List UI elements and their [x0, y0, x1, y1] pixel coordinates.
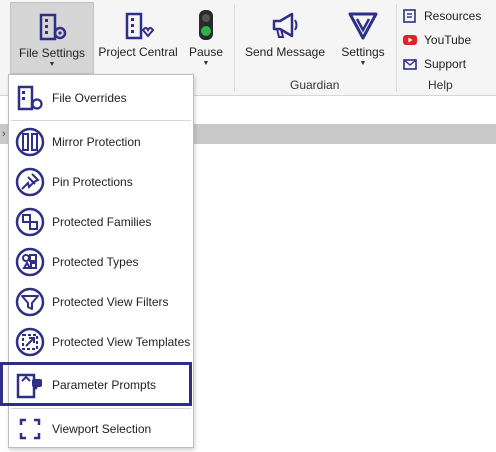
- view-template-icon: [15, 327, 45, 357]
- menu-item-label: Mirror Protection: [52, 135, 141, 149]
- youtube-label: YouTube: [424, 33, 472, 47]
- view-filter-icon: [15, 287, 45, 317]
- chevron-down-icon: ▼: [48, 61, 56, 68]
- menu-item-label: Protected Families: [52, 215, 152, 229]
- menu-item-file-overrides[interactable]: File Overrides: [11, 79, 191, 117]
- file-settings-button[interactable]: File Settings ▼: [10, 2, 94, 74]
- settings-button[interactable]: Settings ▼: [336, 2, 390, 74]
- settings-label: Settings: [341, 45, 385, 59]
- pin-icon: [15, 167, 45, 197]
- project-central-label: Project Central: [98, 45, 178, 59]
- pause-label: Pause: [188, 45, 224, 59]
- menu-item-mirror-protection[interactable]: Mirror Protection: [11, 123, 191, 161]
- menu-item-label: Protected Types: [52, 255, 139, 269]
- menu-item-protected-types[interactable]: Protected Types: [11, 243, 191, 281]
- viewport-selection-icon: [19, 418, 41, 440]
- support-link[interactable]: Support: [402, 53, 466, 75]
- menu-item-label: Protected View Templates: [52, 335, 191, 349]
- menu-divider: [11, 408, 191, 409]
- envelope-icon: [403, 59, 417, 70]
- types-icon: [15, 247, 45, 277]
- file-settings-label: File Settings: [18, 46, 86, 60]
- traffic-light-icon: [199, 10, 213, 40]
- menu-item-pin-protections[interactable]: Pin Protections: [11, 163, 191, 201]
- building-gear-icon: [39, 13, 67, 41]
- families-icon: [15, 207, 45, 237]
- project-central-button[interactable]: Project Central: [96, 2, 180, 74]
- pause-button[interactable]: Pause ▼: [184, 2, 228, 74]
- building-heart-icon: [125, 12, 155, 40]
- resources-label: Resources: [424, 9, 482, 23]
- ribbon-separator: [234, 4, 235, 92]
- menu-item-label: Protected View Filters: [52, 295, 169, 309]
- chevron-down-icon: ▼: [202, 60, 210, 67]
- menu-divider: [11, 120, 191, 121]
- guardian-shield-icon: [348, 12, 378, 40]
- selection-highlight-frame: [0, 362, 192, 406]
- group-label-help: Help: [428, 78, 453, 92]
- youtube-icon: [403, 35, 417, 45]
- chevron-down-icon: ▼: [359, 60, 367, 67]
- resources-link[interactable]: Resources: [402, 5, 481, 27]
- ribbon-separator: [396, 4, 397, 92]
- menu-item-label: Viewport Selection: [52, 422, 152, 436]
- expand-arrow-icon[interactable]: ›: [2, 128, 6, 140]
- file-overrides-icon: [17, 85, 43, 111]
- menu-item-label: Pin Protections: [52, 175, 133, 189]
- send-message-label: Send Message: [244, 45, 326, 59]
- youtube-link[interactable]: YouTube: [402, 29, 471, 51]
- menu-item-label: File Overrides: [52, 91, 127, 105]
- menu-item-protected-view-templates[interactable]: Protected View Templates: [11, 323, 191, 361]
- menu-item-protected-view-filters[interactable]: Protected View Filters: [11, 283, 191, 321]
- menu-item-viewport-selection[interactable]: Viewport Selection: [11, 410, 191, 448]
- mirror-protection-icon: [15, 127, 45, 157]
- megaphone-icon: [272, 12, 298, 38]
- menu-item-protected-families[interactable]: Protected Families: [11, 203, 191, 241]
- book-icon: [403, 9, 416, 23]
- send-message-button[interactable]: Send Message: [242, 2, 328, 74]
- group-label-guardian: Guardian: [290, 78, 340, 92]
- support-label: Support: [424, 57, 467, 71]
